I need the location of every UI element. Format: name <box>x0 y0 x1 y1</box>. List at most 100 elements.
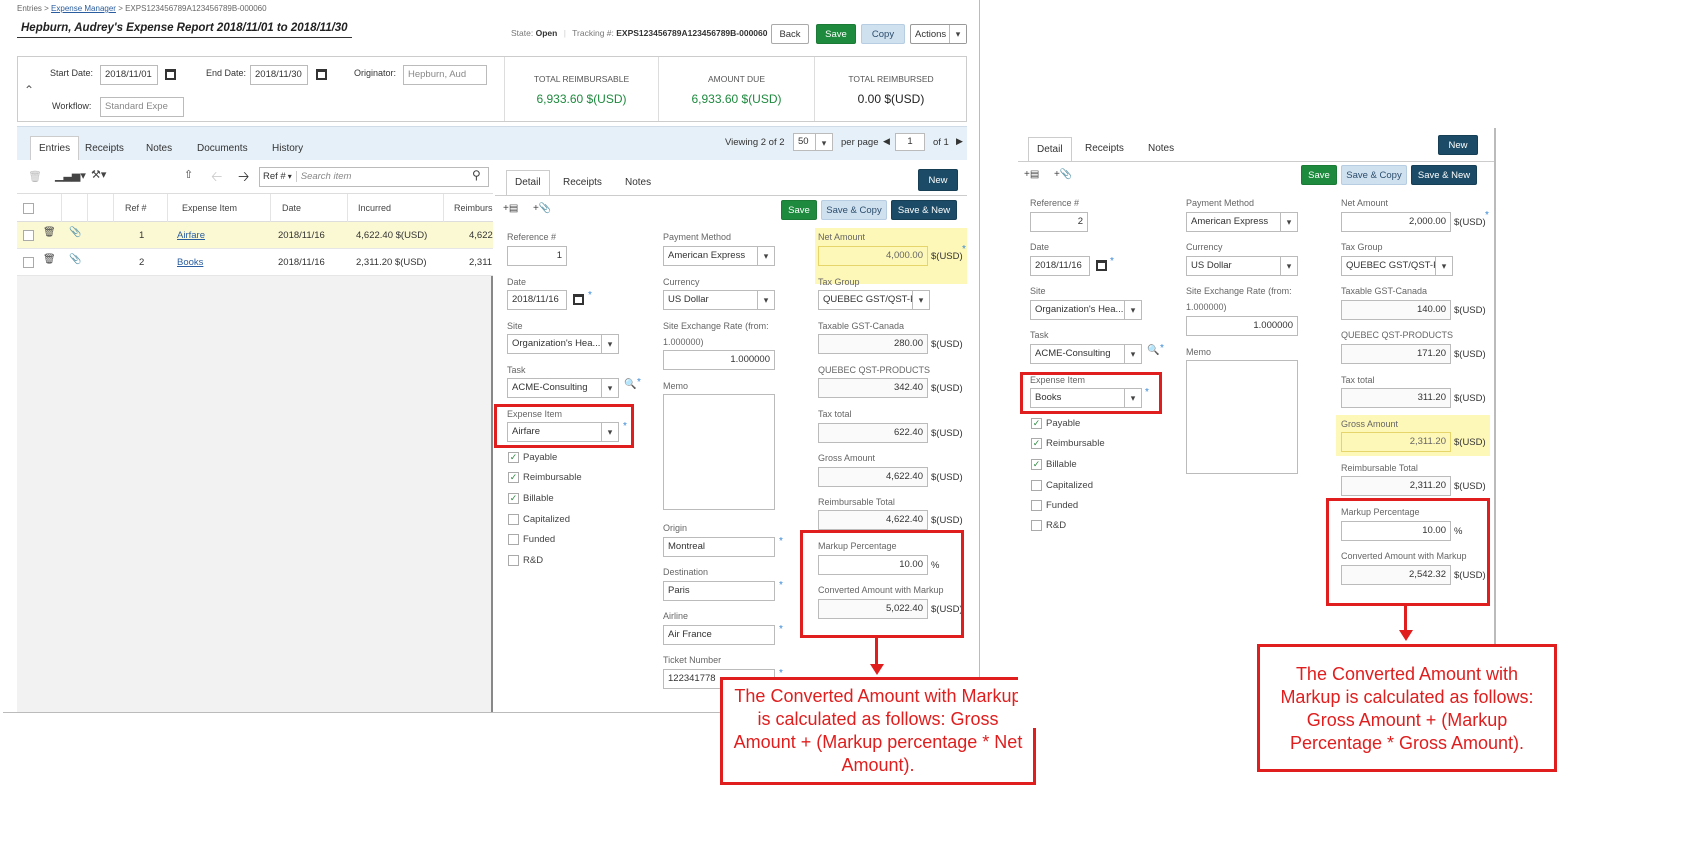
origin-field[interactable]: Montreal <box>663 537 775 557</box>
row-checkbox[interactable] <box>23 230 34 241</box>
search-bar[interactable]: Ref # ▾ Search item <box>259 167 489 187</box>
memo-textarea[interactable] <box>663 394 775 510</box>
reimbursable-checkbox[interactable]: ✓ <box>508 472 519 483</box>
exchange-rate-field[interactable]: 1.000000 <box>663 350 775 370</box>
reference-field[interactable]: 2 <box>1030 212 1088 232</box>
rd-checkbox[interactable] <box>1031 520 1042 531</box>
trash-icon[interactable]: 🗑 <box>43 254 56 265</box>
add-list-icon[interactable]: +▤ <box>503 203 518 214</box>
site-select[interactable]: Organization's Hea... <box>1030 300 1142 320</box>
select-all-checkbox[interactable] <box>23 203 34 214</box>
net-amount-field[interactable]: 4,000.00 <box>818 246 928 266</box>
funded-checkbox[interactable] <box>1031 500 1042 511</box>
tab-receipts[interactable]: Receipts <box>1085 143 1124 154</box>
payable-checkbox[interactable]: ✓ <box>508 452 519 463</box>
billable-checkbox[interactable]: ✓ <box>1031 459 1042 470</box>
calendar-icon[interactable] <box>165 69 176 80</box>
save-button[interactable]: Save <box>816 24 856 44</box>
save-new-button[interactable]: Save & New <box>891 200 957 220</box>
tab-notes[interactable]: Notes <box>625 177 651 188</box>
net-amount-field[interactable]: 2,000.00 <box>1341 212 1451 232</box>
currency-select[interactable]: US Dollar <box>1186 256 1298 276</box>
table-row[interactable]: 🗑 📎 2 Books 2018/11/16 2,311.20 $(USD) 2… <box>17 249 493 276</box>
memo-textarea[interactable] <box>1186 360 1298 474</box>
tools-icon[interactable]: ⚒▾ <box>91 168 106 181</box>
trash-icon[interactable]: 🗑 <box>43 227 56 238</box>
airline-field[interactable]: Air France <box>663 625 775 645</box>
new-button[interactable]: New <box>918 169 958 191</box>
save-new-button[interactable]: Save & New <box>1411 165 1477 185</box>
cell-item-link[interactable]: Books <box>177 257 203 268</box>
save-button[interactable]: Save <box>1301 165 1337 185</box>
search-field-select[interactable]: Ref # <box>263 171 286 182</box>
payable-checkbox[interactable]: ✓ <box>1031 418 1042 429</box>
site-select[interactable]: Organization's Hea... <box>507 334 619 354</box>
date-field[interactable]: 2018/11/16 <box>1030 256 1090 276</box>
attachment-icon[interactable]: 📎 <box>69 227 81 238</box>
prev-page-icon[interactable]: ◀ <box>883 136 890 147</box>
save-button[interactable]: Save <box>781 200 817 220</box>
page-number-field[interactable]: 1 <box>895 133 925 151</box>
add-attachment-icon[interactable]: +📎 <box>533 203 551 214</box>
exchange-rate-field[interactable]: 1.000000 <box>1186 316 1298 336</box>
rd-checkbox[interactable] <box>508 555 519 566</box>
copy-button[interactable]: Copy <box>861 24 905 44</box>
payment-method-select[interactable]: American Express <box>663 246 775 266</box>
tab-receipts[interactable]: Receipts <box>85 143 124 154</box>
column-header-item[interactable]: Expense Item <box>182 203 237 213</box>
task-select[interactable]: ACME-Consulting <box>507 378 619 398</box>
actions-dropdown[interactable]: Actions <box>910 24 967 44</box>
calendar-icon[interactable] <box>1096 260 1107 271</box>
add-attachment-icon[interactable]: +📎 <box>1054 169 1072 180</box>
billable-checkbox[interactable]: ✓ <box>508 493 519 504</box>
arrow-left-icon[interactable]: 🡠 <box>211 166 222 190</box>
search-input[interactable]: Search item <box>295 171 352 182</box>
breadcrumb-link[interactable]: Expense Manager <box>51 4 116 13</box>
save-copy-button[interactable]: Save & Copy <box>821 200 887 220</box>
save-copy-button[interactable]: Save & Copy <box>1341 165 1407 185</box>
calendar-icon[interactable] <box>316 69 327 80</box>
column-header-ref[interactable]: Ref # <box>125 203 147 213</box>
capitalized-checkbox[interactable] <box>508 514 519 525</box>
chart-icon[interactable]: ▁▃▅▾ <box>55 169 86 182</box>
next-page-icon[interactable]: ▶ <box>956 136 963 147</box>
workflow-field[interactable]: Standard Expe <box>100 97 184 117</box>
per-page-select[interactable]: 50 <box>793 133 833 151</box>
reimbursable-checkbox[interactable]: ✓ <box>1031 438 1042 449</box>
tab-detail[interactable]: Detail <box>506 170 550 195</box>
currency-select[interactable]: US Dollar <box>663 290 775 310</box>
table-row[interactable]: 🗑 📎 1 Airfare 2018/11/16 4,622.40 $(USD)… <box>17 222 493 249</box>
tab-notes[interactable]: Notes <box>1148 143 1174 154</box>
add-list-icon[interactable]: +▤ <box>1024 169 1039 180</box>
tab-receipts[interactable]: Receipts <box>563 177 602 188</box>
row-checkbox[interactable] <box>23 257 34 268</box>
tab-detail[interactable]: Detail <box>1028 137 1072 162</box>
collapse-chevron-icon[interactable]: ⌃ <box>24 83 34 97</box>
tab-history[interactable]: History <box>272 143 303 154</box>
payment-method-select[interactable]: American Express <box>1186 212 1298 232</box>
export-icon[interactable]: ⇧ <box>184 168 193 181</box>
calendar-icon[interactable] <box>573 294 584 305</box>
search-icon[interactable]: ⚲ <box>472 168 481 182</box>
tab-notes[interactable]: Notes <box>146 143 172 154</box>
column-header-reimbursable[interactable]: Reimburs <box>454 203 493 213</box>
reference-field[interactable]: 1 <box>507 246 567 266</box>
delete-icon[interactable]: 🗑 <box>28 170 42 183</box>
destination-field[interactable]: Paris <box>663 581 775 601</box>
tax-group-select[interactable]: QUEBEC GST/QST-P... <box>818 290 930 310</box>
date-field[interactable]: 2018/11/16 <box>507 290 567 310</box>
task-select[interactable]: ACME-Consulting <box>1030 344 1142 364</box>
tab-documents[interactable]: Documents <box>197 143 248 154</box>
task-lookup-icon[interactable]: 🔍 <box>1147 345 1159 356</box>
arrow-right-icon[interactable]: 🡢 <box>238 166 249 190</box>
capitalized-checkbox[interactable] <box>1031 480 1042 491</box>
start-date-field[interactable]: 2018/11/01 <box>100 65 158 85</box>
tax-group-select[interactable]: QUEBEC GST/QST-P... <box>1341 256 1453 276</box>
new-button[interactable]: New <box>1438 135 1478 155</box>
back-button[interactable]: Back <box>771 24 809 44</box>
tab-entries[interactable]: Entries <box>30 136 80 161</box>
task-lookup-icon[interactable]: 🔍 <box>624 379 636 390</box>
attachment-icon[interactable]: 📎 <box>69 254 81 265</box>
column-header-incurred[interactable]: Incurred <box>358 203 391 213</box>
cell-item-link[interactable]: Airfare <box>177 230 205 241</box>
